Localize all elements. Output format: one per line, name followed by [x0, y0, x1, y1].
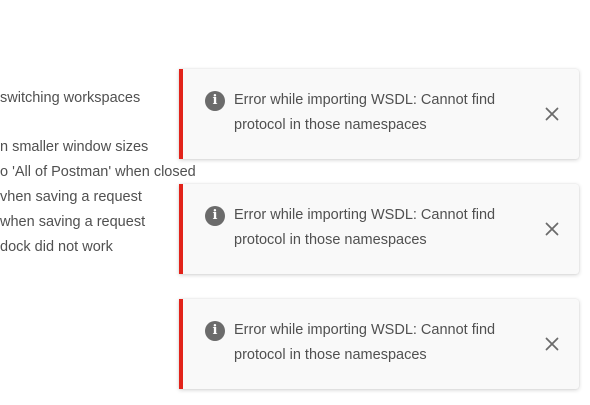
- info-icon: i: [205, 91, 225, 111]
- info-icon: i: [205, 321, 225, 341]
- changelog-line: dock did not work: [0, 239, 113, 255]
- error-toast: i Error while importing WSDL: Cannot fin…: [179, 184, 579, 274]
- page: switching workspaces n smaller window si…: [0, 0, 590, 405]
- close-toast-button[interactable]: [540, 217, 564, 241]
- info-icon: i: [205, 206, 225, 226]
- changelog-line: n smaller window sizes: [0, 139, 149, 155]
- changelog-line: vhen saving a request: [0, 189, 142, 205]
- close-icon: [545, 337, 559, 351]
- error-toast: i Error while importing WSDL: Cannot fin…: [179, 299, 579, 389]
- changelog-line: when saving a request: [0, 214, 146, 230]
- close-icon: [545, 222, 559, 236]
- toast-message: Error while importing WSDL: Cannot find …: [234, 322, 496, 363]
- close-icon: [545, 107, 559, 121]
- changelog-line: o 'All of Postman' when closed: [0, 164, 196, 180]
- close-toast-button[interactable]: [540, 102, 564, 126]
- close-toast-button[interactable]: [540, 332, 564, 356]
- error-toast: i Error while importing WSDL: Cannot fin…: [179, 69, 579, 159]
- changelog-line: switching workspaces: [0, 90, 141, 106]
- toast-message: Error while importing WSDL: Cannot find …: [234, 92, 496, 133]
- toast-message: Error while importing WSDL: Cannot find …: [234, 207, 496, 248]
